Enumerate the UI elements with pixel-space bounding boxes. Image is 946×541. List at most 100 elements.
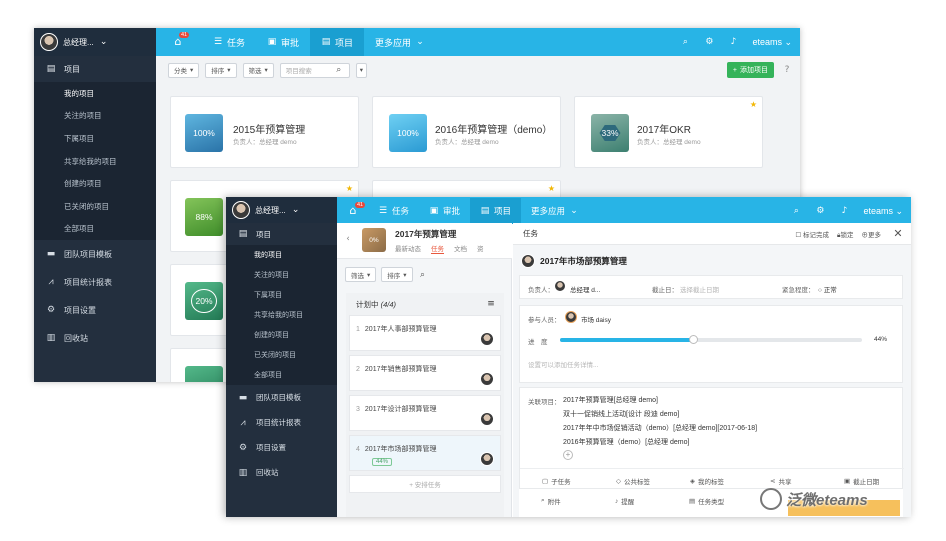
back-sort-dropdown[interactable]: 排序 ▾	[205, 62, 237, 78]
deadline-button[interactable]: ▣ 截止日期	[844, 476, 879, 486]
board-sort-dropdown[interactable]: 排序 ▾	[381, 267, 413, 282]
task-card[interactable]: 1 2017年人事部预算管理	[349, 315, 501, 351]
deadline-input[interactable]: 选择截止日期	[680, 284, 719, 294]
back-nav-home[interactable]: ⌂ 41	[162, 28, 194, 56]
related-item[interactable]: 2017年年中市场促销活动（demo）[总经理 demo][2017-06-18…	[563, 423, 757, 433]
search-icon[interactable]: ⌕	[418, 270, 428, 280]
task-card[interactable]: 3 2017年设计部预算管理	[349, 395, 501, 431]
caret-down-icon: ▾	[403, 271, 407, 279]
menu-icon[interactable]: ≡	[486, 299, 496, 309]
front-nav-tasks[interactable]: ☰ 任务	[368, 198, 419, 224]
progress-slider-handle[interactable]	[688, 335, 698, 344]
add-related-icon[interactable]: +	[563, 450, 573, 460]
back-search-options[interactable]: ▾	[355, 62, 368, 78]
back-nav-project-label: 项目	[335, 37, 354, 48]
front-sidebar-item-closed[interactable]: 已关闭的项目	[226, 345, 337, 365]
front-sidebar-settings[interactable]: ⚙ 项目设置	[226, 435, 337, 460]
star-icon[interactable]: ★	[548, 184, 555, 193]
progress-value: 44%	[874, 336, 888, 343]
tab-latest[interactable]: 最新动态	[395, 243, 421, 254]
task-card[interactable]: 2 2017年销售部预算管理	[349, 355, 501, 391]
tab-more[interactable]: 资	[477, 243, 484, 254]
progress-bar[interactable]	[560, 335, 862, 344]
back-category-dropdown[interactable]: 分类 ▾	[168, 62, 200, 78]
board-filter-dropdown[interactable]: 筛选 ▾	[345, 267, 377, 282]
help-icon[interactable]: ?	[782, 65, 792, 75]
front-brand-menu[interactable]: eteams ⌄	[863, 206, 903, 217]
front-sidebar-item-followed[interactable]: 关注的项目	[226, 265, 337, 285]
front-sidebar-reports[interactable]: ⩘ 项目统计报表	[226, 410, 337, 435]
back-sidebar-item-subordinate[interactable]: 下属项目	[34, 127, 156, 150]
mark-complete-button[interactable]: ☐ 标记完成	[795, 229, 829, 239]
bell-icon[interactable]: ♪	[839, 206, 849, 216]
settings-icon[interactable]: ⚙	[815, 206, 825, 216]
front-nav-home[interactable]: ⌂ 41	[338, 198, 368, 224]
related-item[interactable]: 2016年预算管理（demo）[总经理 demo]	[563, 437, 689, 447]
star-icon[interactable]: ★	[750, 100, 757, 109]
task-card-selected[interactable]: 4 2017年市场部预算管理 44%	[349, 435, 501, 471]
back-brand-menu[interactable]: eteams ⌄	[752, 37, 792, 48]
back-user-menu[interactable]: 总经理... ⌄	[34, 28, 156, 56]
related-item[interactable]: 2017年预算管理[总经理 demo]	[563, 395, 658, 405]
front-sidebar-item-subordinate[interactable]: 下属项目	[226, 285, 337, 305]
front-sidebar-templates[interactable]: ▬ 团队项目模板	[226, 385, 337, 410]
back-sidebar-item-my[interactable]: 我的项目	[34, 82, 156, 105]
front-nav-project[interactable]: ▤ 项目	[470, 198, 522, 224]
front-sidebar-item-created[interactable]: 创建的项目	[226, 325, 337, 345]
caret-down-icon: ▾	[367, 271, 371, 279]
urgency-select[interactable]: ○ 正常	[818, 284, 837, 294]
add-project-button[interactable]: + 添加项目	[726, 62, 774, 78]
back-nav-approval[interactable]: ▣ 审批	[256, 28, 310, 56]
task-type-button[interactable]: ▤ 任务类型	[689, 496, 724, 506]
subtask-button[interactable]: ▢ 子任务	[542, 476, 571, 486]
front-sidebar-item-shared[interactable]: 共享给我的项目	[226, 305, 337, 325]
participant-name[interactable]: 市场 daisy	[581, 314, 611, 324]
owner-value[interactable]: 总经理 d...	[570, 284, 600, 294]
add-task-button[interactable]: + 安排任务	[349, 475, 501, 493]
back-sidebar-item-all[interactable]: 全部项目	[34, 218, 156, 241]
project-card[interactable]: 33% 2017年OKR 负责人：总经理 demo ★	[574, 96, 763, 168]
project-title: 2016年预算管理（demo）	[435, 125, 553, 136]
bell-icon[interactable]: ♪	[728, 37, 738, 47]
front-sidebar-head[interactable]: ▤ 项目	[226, 223, 337, 245]
back-sidebar-head[interactable]: ▤ 项目	[34, 56, 156, 82]
related-item[interactable]: 双十一促销线上活动[设计 段迪 demo]	[563, 409, 679, 419]
search-icon[interactable]: ⌕	[791, 206, 801, 216]
my-tag-button[interactable]: ◈ 我的标签	[690, 476, 724, 486]
back-search-input[interactable]: 项目搜索 ⌕	[279, 62, 350, 78]
project-card[interactable]: 100% 2015年预算管理 负责人：总经理 demo	[170, 96, 359, 168]
front-user-menu[interactable]: 总经理... ⌄	[226, 197, 337, 223]
settings-icon[interactable]: ⚙	[704, 37, 714, 47]
back-sidebar-item-closed[interactable]: 已关闭的项目	[34, 195, 156, 218]
tab-docs[interactable]: 文档	[454, 243, 467, 254]
share-button[interactable]: ⋖ 共享	[770, 476, 791, 486]
more-button[interactable]: ⊕更多	[862, 229, 882, 239]
back-nav-tasks[interactable]: ☰ 任务	[202, 28, 256, 56]
description-input[interactable]: 设置可以添加任务详情...	[528, 359, 598, 369]
chevron-left-icon[interactable]: ‹	[343, 234, 353, 244]
back-nav-project[interactable]: ▤ 项目	[310, 28, 365, 56]
front-sidebar-trash[interactable]: ▥ 回收站	[226, 460, 337, 485]
attachment-button[interactable]: ⌕ 附件	[541, 496, 561, 506]
close-icon[interactable]: ✕	[893, 228, 903, 239]
front-sidebar-item-my[interactable]: 我的项目	[226, 245, 337, 265]
star-icon[interactable]: ★	[346, 184, 353, 193]
search-icon[interactable]: ⌕	[680, 37, 690, 47]
back-sidebar-trash[interactable]: ▥ 回收站	[34, 324, 156, 352]
back-sidebar-item-followed[interactable]: 关注的项目	[34, 105, 156, 128]
back-sidebar-reports[interactable]: ⩘ 项目统计报表	[34, 268, 156, 296]
back-filter-dropdown[interactable]: 筛选 ▾	[242, 62, 274, 78]
back-nav-more[interactable]: 更多应用 ⌄	[364, 28, 436, 56]
back-sidebar-templates[interactable]: ▬ 团队项目模板	[34, 240, 156, 268]
back-sidebar-settings[interactable]: ⚙ 项目设置	[34, 296, 156, 324]
back-sidebar-item-shared[interactable]: 共享给我的项目	[34, 150, 156, 173]
reminder-button[interactable]: ♪ 提醒	[615, 496, 634, 507]
tab-tasks[interactable]: 任务	[431, 243, 444, 254]
front-sidebar-item-all[interactable]: 全部项目	[226, 365, 337, 385]
back-sidebar-item-created[interactable]: 创建的项目	[34, 172, 156, 195]
front-nav-more[interactable]: 更多应用 ⌄	[521, 198, 589, 224]
public-tag-button[interactable]: ◇ 公共标签	[616, 476, 650, 486]
project-card[interactable]: 100% 2016年预算管理（demo） 负责人：总经理 demo	[372, 96, 561, 168]
lock-button[interactable]: 🔒︎锁定	[837, 229, 853, 240]
front-nav-approval[interactable]: ▣ 审批	[419, 198, 470, 224]
